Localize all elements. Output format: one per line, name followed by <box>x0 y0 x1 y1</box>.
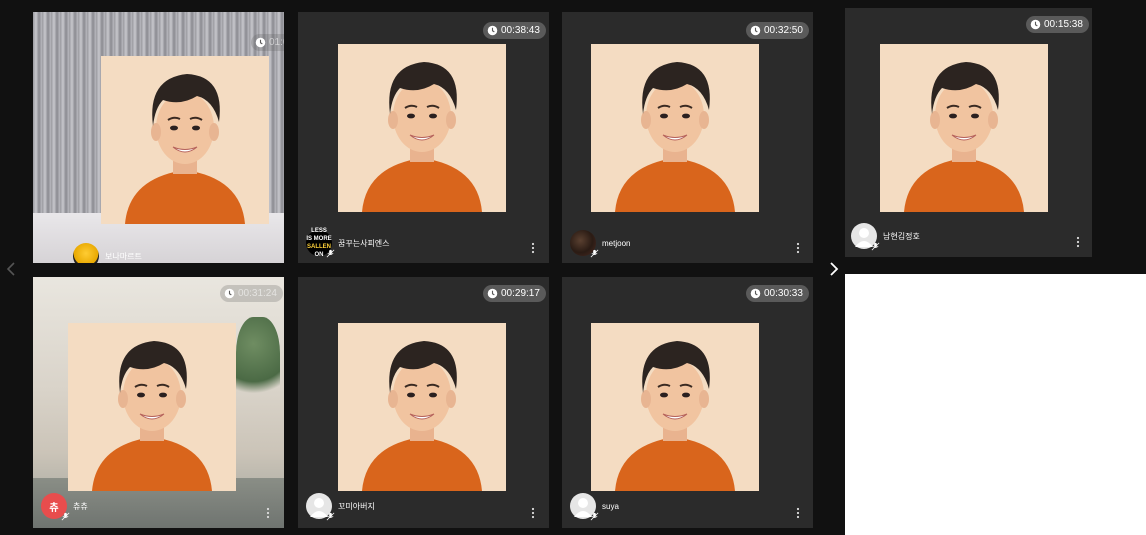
avatar[interactable]: 츄 <box>41 493 70 521</box>
participant-tile[interactable]: 00:31:24 츄 츄츄 <box>33 277 284 528</box>
more-options-button[interactable] <box>529 242 537 254</box>
kebab-menu-icon <box>266 507 270 519</box>
kebab-menu-icon <box>796 242 800 254</box>
more-options-button[interactable] <box>794 242 802 254</box>
participant-name: 꿈꾸는사피엔스 <box>338 238 390 248</box>
participant-name: 츄츄 <box>73 501 88 511</box>
clock-icon <box>224 288 235 299</box>
timer-text: 00:32:50 <box>764 25 803 36</box>
participant-photo <box>68 323 236 491</box>
participant-photo <box>591 323 759 491</box>
elapsed-timer: 00:31:24 <box>220 285 283 302</box>
timer-text: 00:15:38 <box>1044 19 1083 30</box>
participant-photo <box>880 44 1048 212</box>
mic-off-icon <box>61 512 70 521</box>
elapsed-timer: 00:29:17 <box>483 285 546 302</box>
elapsed-timer: 00:15:38 <box>1026 16 1089 33</box>
kebab-menu-icon <box>531 507 535 519</box>
elapsed-timer: 01:00:52 <box>251 34 284 51</box>
participant-name: suya <box>602 501 619 511</box>
elapsed-timer: 00:30:33 <box>746 285 809 302</box>
next-page-button[interactable] <box>826 259 842 279</box>
timer-text: 00:31:24 <box>238 288 277 299</box>
avatar[interactable] <box>73 243 102 263</box>
mic-off-icon <box>326 512 335 521</box>
avatar[interactable]: LESS IS MORE SALLEN ON <box>306 228 335 258</box>
participant-name: metjoon <box>602 238 631 248</box>
mic-off-icon <box>590 249 599 258</box>
participant-name: 꼬미아버지 <box>338 501 375 511</box>
participant-info: LESS IS MORE SALLEN ON 꿈꾸는사피엔스 <box>306 228 390 258</box>
kebab-menu-icon <box>531 242 535 254</box>
previous-page-button[interactable] <box>3 259 19 279</box>
kebab-menu-icon <box>796 507 800 519</box>
portrait-image <box>101 56 269 224</box>
portrait-image <box>68 323 236 491</box>
clock-icon <box>750 288 761 299</box>
participant-name: 보나마르트 <box>105 251 142 261</box>
mic-off-icon <box>590 512 599 521</box>
clock-icon <box>487 288 498 299</box>
participant-photo <box>338 44 506 212</box>
participant-info: 보나마르트 <box>73 243 142 263</box>
avatar-badge-line: LESS <box>311 228 327 234</box>
participant-tile[interactable]: 00:32:50 metjoon <box>562 12 813 263</box>
portrait-image <box>880 44 1048 212</box>
avatar-initial: 츄 <box>49 502 59 514</box>
mic-off-icon <box>871 242 880 251</box>
elapsed-timer: 00:32:50 <box>746 22 809 39</box>
clock-icon <box>750 25 761 36</box>
timer-text: 01:00:52 <box>269 37 284 48</box>
clock-icon <box>1030 19 1041 30</box>
participant-tile[interactable]: 01:00:52 보나마르트 <box>33 12 284 263</box>
more-options-button[interactable] <box>264 507 272 519</box>
avatar-badge-line: IS MORE <box>306 236 332 242</box>
avatar[interactable] <box>570 493 599 521</box>
avatar[interactable] <box>306 493 335 521</box>
avatar[interactable] <box>851 223 880 251</box>
elapsed-timer: 00:38:43 <box>483 22 546 39</box>
more-options-button[interactable] <box>794 507 802 519</box>
plant-decoration <box>236 317 280 407</box>
participant-photo <box>591 44 759 212</box>
portrait-image <box>591 44 759 212</box>
chevron-right-icon <box>830 262 839 276</box>
portrait-image <box>591 323 759 491</box>
more-options-button[interactable] <box>1074 236 1082 248</box>
participant-name: 남현김정호 <box>883 231 920 241</box>
timer-text: 00:30:33 <box>764 288 803 299</box>
participant-photo <box>101 56 269 224</box>
participant-tile[interactable]: 00:38:43 LESS IS MORE SALLEN ON 꿈꾸는사피엔스 <box>298 12 549 263</box>
participant-info: metjoon <box>570 230 631 258</box>
participant-info: suya <box>570 493 619 521</box>
mic-off-icon <box>96 262 102 263</box>
portrait-image <box>338 323 506 491</box>
more-options-button[interactable] <box>529 507 537 519</box>
avatar[interactable] <box>570 230 599 258</box>
mic-off-icon <box>326 249 335 258</box>
clock-icon <box>487 25 498 36</box>
participant-tile[interactable]: 00:30:33 suya <box>562 277 813 528</box>
timer-text: 00:38:43 <box>501 25 540 36</box>
clock-icon <box>255 37 266 48</box>
portrait-image <box>338 44 506 212</box>
kebab-menu-icon <box>1076 236 1080 248</box>
participant-photo <box>338 323 506 491</box>
participant-tile[interactable]: 00:29:17 꼬미아버지 <box>298 277 549 528</box>
participant-info: 꼬미아버지 <box>306 493 375 521</box>
chevron-left-icon <box>6 262 15 276</box>
avatar-badge-line: ON <box>314 252 324 258</box>
participant-info: 츄 츄츄 <box>41 493 88 521</box>
participant-info: 남현김정호 <box>851 223 920 251</box>
participant-tile[interactable]: 00:15:38 남현김정호 <box>845 8 1092 257</box>
timer-text: 00:29:17 <box>501 288 540 299</box>
